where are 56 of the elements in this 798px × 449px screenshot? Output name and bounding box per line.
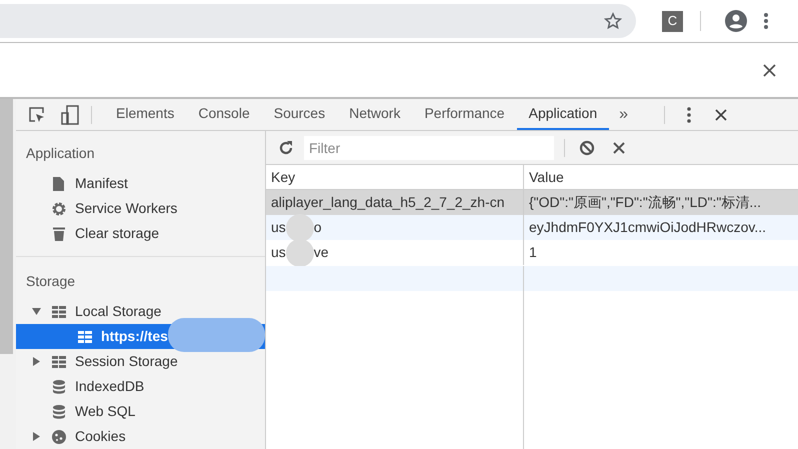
tree-item[interactable]: Manifest <box>75 173 128 194</box>
section-heading: Storage <box>26 272 76 291</box>
key-text: ve <box>314 243 329 262</box>
tree-item[interactable]: Session Storage <box>75 351 178 372</box>
key-text: aliplayer_lang_data_h5_2_7_2_zh-cn <box>271 193 505 212</box>
tab[interactable]: Elements <box>104 99 186 130</box>
document-icon <box>51 176 67 192</box>
tab[interactable]: Network <box>337 99 412 130</box>
tab[interactable]: Console <box>186 99 262 130</box>
inspect-icon[interactable] <box>28 106 46 124</box>
table-row[interactable]: us o eyJhdmF0YXJ1cmwiOiJodHRwczov... <box>266 215 798 240</box>
section-heading: Application <box>26 144 94 163</box>
close-icon[interactable] <box>763 64 776 76</box>
grid-icon <box>51 304 67 320</box>
tab[interactable]: Performance <box>412 99 517 130</box>
cookie-icon <box>51 428 67 444</box>
filter-field[interactable]: Filter <box>304 136 554 160</box>
menu-icon[interactable] <box>764 13 768 29</box>
star-icon[interactable] <box>604 12 622 30</box>
extension-button[interactable]: C <box>662 10 683 32</box>
value-text: 1 <box>529 243 537 262</box>
collapsed-arrow-icon[interactable] <box>32 432 41 441</box>
grid-icon <box>77 328 93 344</box>
column-header[interactable]: Value <box>524 165 798 189</box>
device-icon[interactable] <box>61 104 79 124</box>
database-icon <box>51 404 67 420</box>
tree-item[interactable]: Local Storage <box>75 301 162 322</box>
collapsed-arrow-icon[interactable] <box>32 357 41 366</box>
database-icon <box>51 378 67 394</box>
tree-item[interactable]: Clear storage <box>75 223 160 244</box>
scrollbar[interactable] <box>0 99 16 449</box>
value-text: eyJhdmF0YXJ1cmwiOiJodHRwczov... <box>529 218 766 237</box>
key-text: us <box>271 243 286 262</box>
column-header[interactable]: Key <box>266 165 524 189</box>
key-text: us <box>271 218 286 237</box>
gear-icon <box>51 200 67 216</box>
clear-all-icon[interactable] <box>579 140 595 156</box>
expanded-arrow-icon[interactable] <box>32 307 41 316</box>
redaction-blur <box>286 238 314 266</box>
key-text: o <box>314 218 322 237</box>
tab[interactable]: Sources <box>262 99 338 130</box>
tree-item[interactable]: Cookies <box>75 426 126 447</box>
table-row[interactable]: aliplayer_lang_data_h5_2_7_2_zh-cn {"OD":"原画","FD":"流畅","LD":"标清... <box>266 190 798 215</box>
more-options-icon[interactable] <box>687 106 692 122</box>
refresh-icon[interactable] <box>278 140 294 156</box>
tree-item[interactable]: Web SQL <box>75 401 136 422</box>
value-text: {"OD":"原画","FD":"流畅","LD":"标清... <box>529 193 762 212</box>
grid-icon <box>51 354 67 370</box>
delete-icon[interactable] <box>613 142 625 154</box>
trash-icon <box>51 226 67 242</box>
tree-item[interactable]: IndexedDB <box>75 376 144 397</box>
close-icon[interactable] <box>715 108 728 120</box>
tree-item[interactable]: Service Workers <box>75 198 178 219</box>
redaction-blur <box>286 214 314 242</box>
profile-icon[interactable] <box>725 10 747 32</box>
more-tabs-button[interactable]: » <box>619 102 628 126</box>
